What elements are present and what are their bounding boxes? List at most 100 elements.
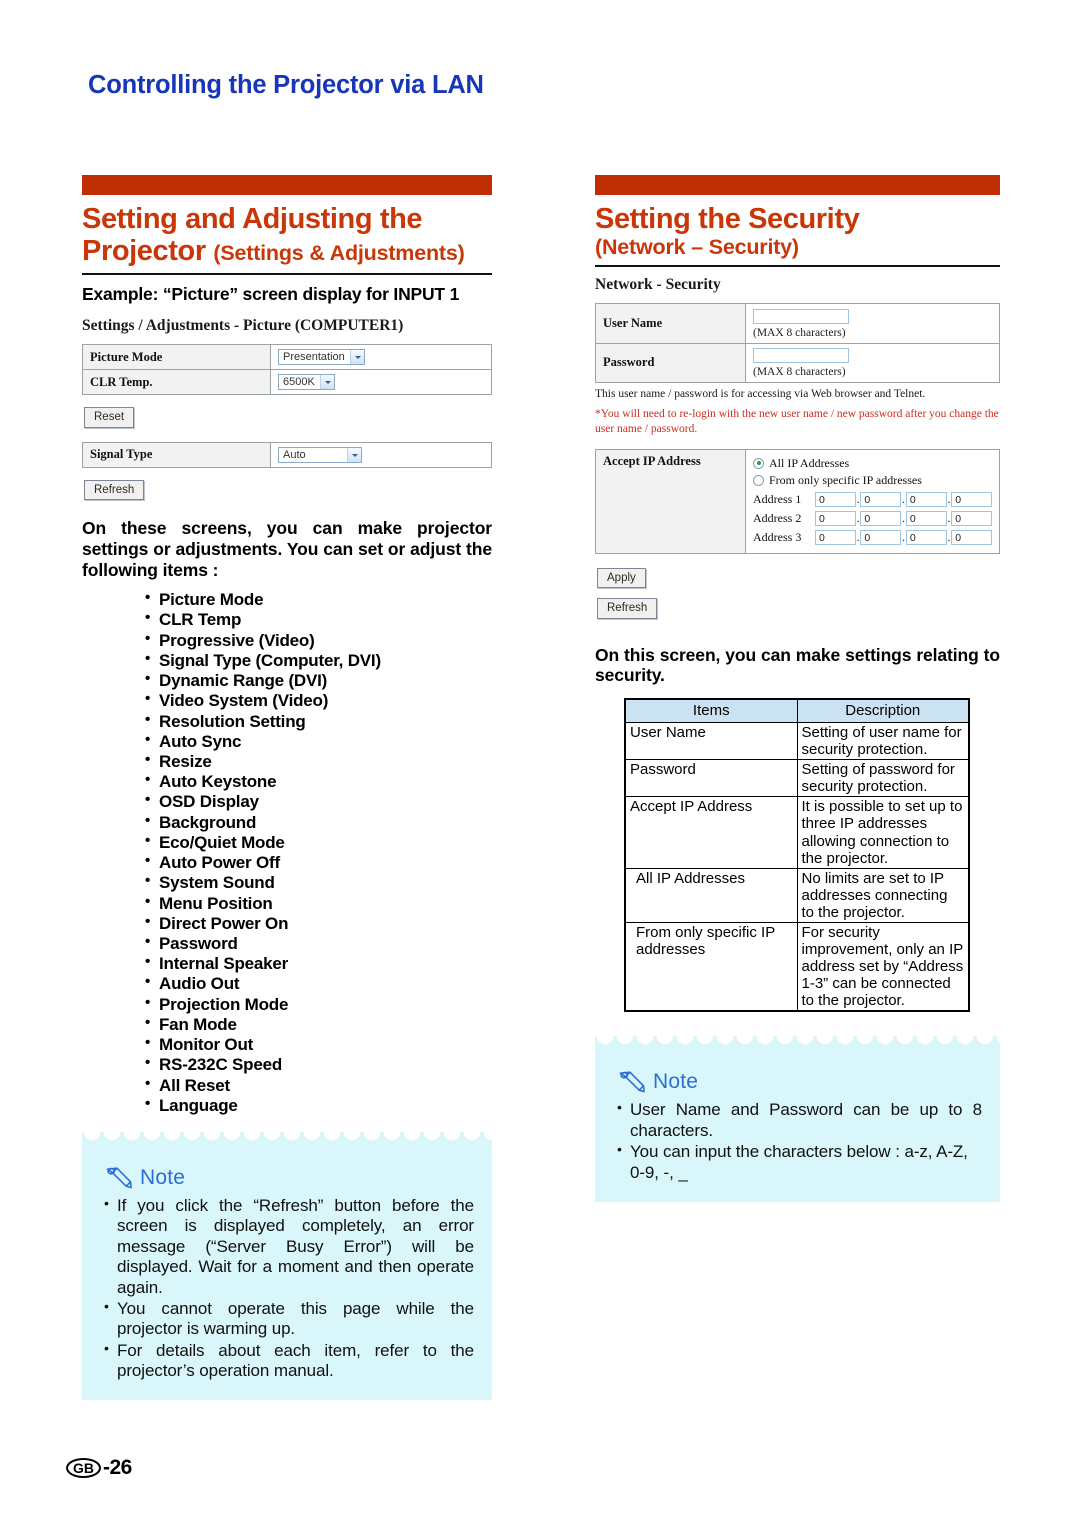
- row-desc-specific-ip: For security improvement, only an IP add…: [796, 921, 970, 1012]
- list-item: Resolution Setting: [145, 711, 492, 732]
- list-item: Direct Power On: [145, 913, 492, 934]
- reset-button[interactable]: Reset: [84, 407, 135, 428]
- security-screenshot-title: Network - Security: [595, 276, 721, 294]
- picture-mode-select[interactable]: Presentation: [278, 349, 365, 366]
- address-3-octet-3[interactable]: 0: [905, 529, 947, 545]
- address-2-label: Address 2: [753, 510, 802, 525]
- list-item: All Reset: [145, 1075, 492, 1096]
- list-item: Progressive (Video): [145, 630, 492, 651]
- table-row: Signal Type Auto: [82, 441, 492, 468]
- picture-mode-value: Presentation: [283, 351, 345, 364]
- list-item: Video System (Video): [145, 690, 492, 711]
- list-item: Auto Sync: [145, 731, 492, 752]
- signal-type-table: Signal Type Auto: [82, 441, 492, 468]
- password-cell: (MAX 8 characters): [745, 342, 1000, 384]
- right-note-box: Note User Name and Password can be up to…: [595, 1036, 1000, 1203]
- reset-button-row: Reset: [84, 407, 492, 428]
- list-item: Projection Mode: [145, 994, 492, 1015]
- left-note-list: If you click the “Refresh” button before…: [104, 1195, 474, 1382]
- password-label: Password: [595, 342, 746, 384]
- radio-all-ip-row[interactable]: All IP Addresses: [753, 456, 992, 471]
- address-row-3: Address 3 0 . 0 . 0 . 0: [753, 529, 993, 545]
- note-header: Note: [617, 1070, 982, 1094]
- list-item: Eco/Quiet Mode: [145, 832, 492, 853]
- right-heading-rule: [595, 265, 1000, 268]
- password-hint: (MAX 8 characters): [753, 366, 846, 379]
- note-label: Note: [140, 1165, 186, 1189]
- radio-specific-ip-icon[interactable]: [753, 474, 764, 486]
- settings-items-list: Picture Mode CLR Temp Progressive (Video…: [145, 589, 492, 1116]
- address-1-octet-2[interactable]: 0: [860, 491, 902, 507]
- signal-type-cell: Auto: [270, 441, 492, 468]
- table-row: CLR Temp. 6500K: [82, 369, 492, 396]
- clr-temp-select[interactable]: 6500K: [278, 374, 335, 391]
- password-input[interactable]: [753, 348, 849, 364]
- table-row: Accept IP Address All IP Addresses From …: [595, 448, 1000, 554]
- accept-ip-cell: All IP Addresses From only specific IP a…: [745, 448, 1000, 554]
- table-row: User Name (MAX 8 characters): [595, 303, 1000, 344]
- address-3-octet-2[interactable]: 0: [860, 529, 902, 545]
- list-item: Background: [145, 812, 492, 833]
- address-2-octet-4[interactable]: 0: [951, 510, 993, 526]
- user-name-hint: (MAX 8 characters): [753, 326, 846, 339]
- address-3-label: Address 3: [753, 529, 802, 544]
- right-heading-line1: Setting the Security: [595, 203, 860, 235]
- credentials-table: User Name (MAX 8 characters) Password (M…: [595, 303, 1000, 384]
- table-row: Password (MAX 8 characters): [595, 342, 1000, 384]
- list-item: Fan Mode: [145, 1014, 492, 1035]
- column-header-items: Items: [624, 698, 798, 723]
- list-item: Dynamic Range (DVI): [145, 670, 492, 691]
- radio-specific-ip-row[interactable]: From only specific IP addresses: [753, 473, 992, 488]
- user-name-input[interactable]: [753, 308, 849, 324]
- right-section-heading: Setting the Security (Network – Security…: [595, 203, 1000, 259]
- clr-temp-label: CLR Temp.: [82, 369, 271, 396]
- column-header-description: Description: [796, 698, 970, 723]
- row-item-password: Password: [624, 759, 798, 798]
- credentials-warning-line: *You will need to re-login with the new …: [595, 407, 999, 436]
- address-1-octet-1[interactable]: 0: [815, 491, 856, 507]
- settings-screenshot-title: Settings / Adjustments - Picture (COMPUT…: [82, 317, 404, 335]
- list-item: Language: [145, 1095, 492, 1116]
- list-item: User Name and Password can be up to 8 ch…: [617, 1099, 982, 1141]
- region-badge: GB: [66, 1458, 101, 1478]
- left-section-bar: [82, 175, 492, 195]
- right-intro-text: On this screen, you can make settings re…: [595, 644, 1000, 686]
- address-row-1: Address 1 0 . 0 . 0 . 0: [753, 491, 993, 507]
- address-1-octet-4[interactable]: 0: [951, 491, 993, 507]
- security-refresh-button-row: Refresh: [597, 598, 1000, 619]
- table-row: Accept IP Address It is possible to set …: [624, 796, 970, 869]
- address-2-octet-3[interactable]: 0: [905, 510, 947, 526]
- table-header-row: Items Description: [624, 698, 970, 723]
- security-description-table: Items Description User Name Setting of u…: [624, 697, 970, 1013]
- list-item: OSD Display: [145, 791, 492, 812]
- table-row: All IP Addresses No limits are set to IP…: [624, 867, 970, 923]
- user-name-label: User Name: [595, 303, 746, 344]
- address-3-octet-1[interactable]: 0: [815, 529, 856, 545]
- address-1-octet-3[interactable]: 0: [905, 491, 947, 507]
- scallop-edge: [82, 1131, 492, 1144]
- pencil-icon: [106, 1167, 132, 1189]
- row-item-all-ip: All IP Addresses: [624, 867, 798, 923]
- radio-all-ip-icon[interactable]: [753, 457, 764, 469]
- security-refresh-button[interactable]: Refresh: [597, 598, 658, 619]
- radio-all-ip-label: All IP Addresses: [769, 455, 850, 470]
- list-item: For details about each item, refer to th…: [104, 1340, 474, 1382]
- table-row: User Name Setting of user name for secur…: [624, 721, 970, 761]
- chevron-down-icon: [349, 350, 364, 365]
- list-item: System Sound: [145, 872, 492, 893]
- table-row: From only specific IP addresses For secu…: [624, 921, 970, 1012]
- signal-type-value: Auto: [283, 448, 306, 461]
- signal-type-select[interactable]: Auto: [278, 446, 362, 463]
- address-2-octet-1[interactable]: 0: [815, 510, 856, 526]
- apply-button[interactable]: Apply: [597, 567, 646, 589]
- refresh-button-row: Refresh: [84, 479, 492, 501]
- address-3-octet-4[interactable]: 0: [951, 529, 993, 545]
- note-label: Note: [653, 1070, 699, 1094]
- refresh-button[interactable]: Refresh: [84, 479, 145, 501]
- manual-page: Controlling the Projector via LAN Settin…: [0, 0, 1080, 1523]
- apply-button-row: Apply: [597, 567, 1000, 589]
- list-item: Signal Type (Computer, DVI): [145, 650, 492, 671]
- address-2-octet-2[interactable]: 0: [860, 510, 902, 526]
- radio-specific-ip-label: From only specific IP addresses: [769, 472, 922, 487]
- left-heading-rule: [82, 273, 492, 276]
